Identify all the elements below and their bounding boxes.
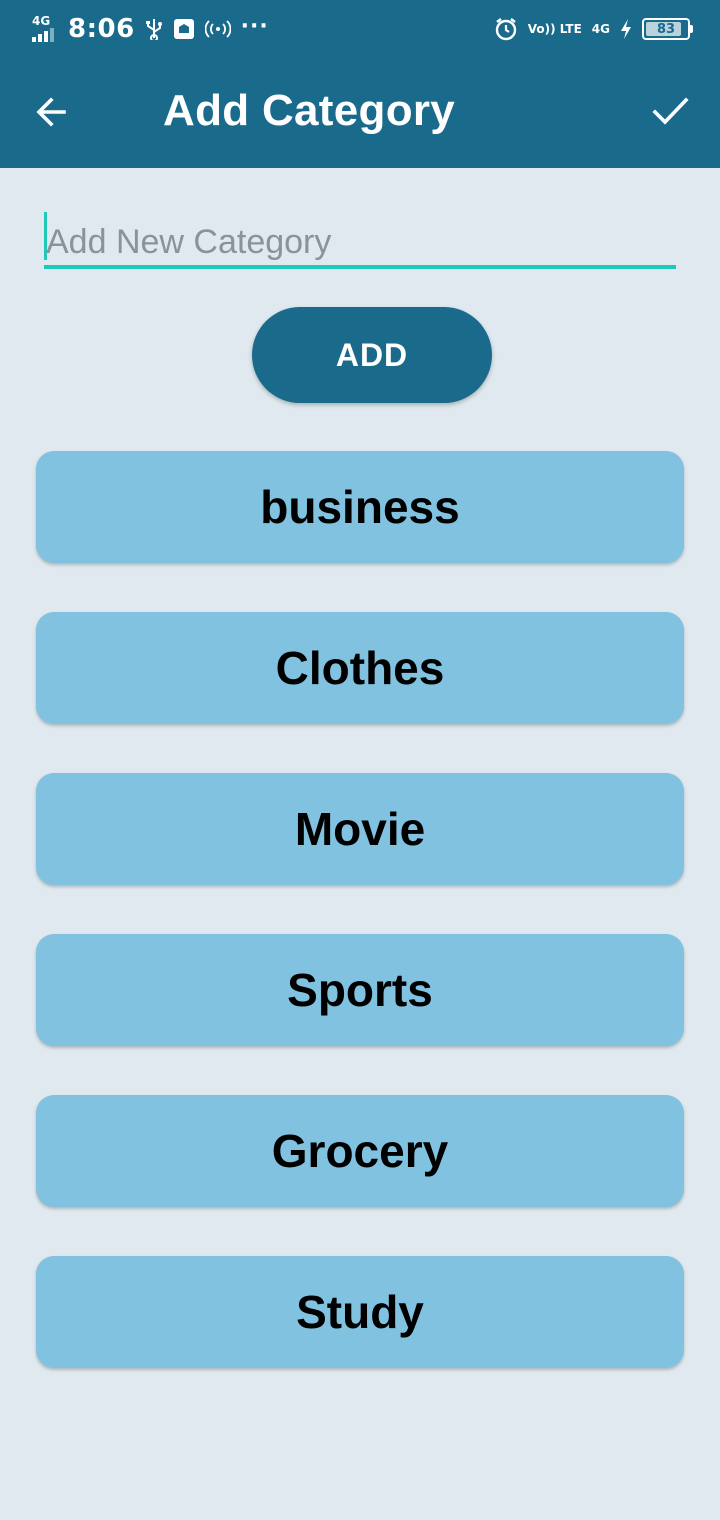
network-type-right: 4G: [591, 22, 610, 36]
status-bar: 4G 8:06 ··· Vo)) LTE 4G 83: [0, 0, 720, 56]
back-button[interactable]: [34, 92, 74, 132]
check-icon: [652, 97, 689, 125]
category-item[interactable]: Grocery: [36, 1095, 684, 1207]
battery-icon: 83: [642, 18, 693, 40]
alarm-icon: [494, 17, 518, 41]
signal-icon: 4G: [32, 14, 58, 42]
more-notifications-icon: ···: [240, 13, 269, 39]
category-list: business Clothes Movie Sports Grocery St…: [36, 451, 684, 1417]
category-item[interactable]: Sports: [36, 934, 684, 1046]
confirm-button[interactable]: [648, 92, 692, 132]
hotspot-icon: [204, 19, 231, 39]
category-input-field[interactable]: [44, 210, 676, 270]
input-underline: [44, 265, 676, 269]
arrow-back-icon: [36, 97, 66, 127]
status-time: 8:06: [68, 14, 135, 44]
battery-level: 83: [656, 21, 676, 37]
add-button[interactable]: ADD: [252, 307, 492, 403]
category-input[interactable]: [44, 210, 676, 266]
app-header: 4G 8:06 ··· Vo)) LTE 4G 83 Add Category: [0, 0, 720, 168]
network-type-label: 4G: [32, 14, 51, 28]
notification-app-icon: [173, 18, 195, 40]
volte-label: Vo)) LTE: [527, 22, 582, 36]
category-item[interactable]: Clothes: [36, 612, 684, 724]
page-title: Add Category: [163, 86, 456, 135]
usb-icon: [145, 18, 163, 40]
category-item[interactable]: Study: [36, 1256, 684, 1368]
charging-icon: [620, 18, 632, 40]
category-item[interactable]: Movie: [36, 773, 684, 885]
category-item[interactable]: business: [36, 451, 684, 563]
